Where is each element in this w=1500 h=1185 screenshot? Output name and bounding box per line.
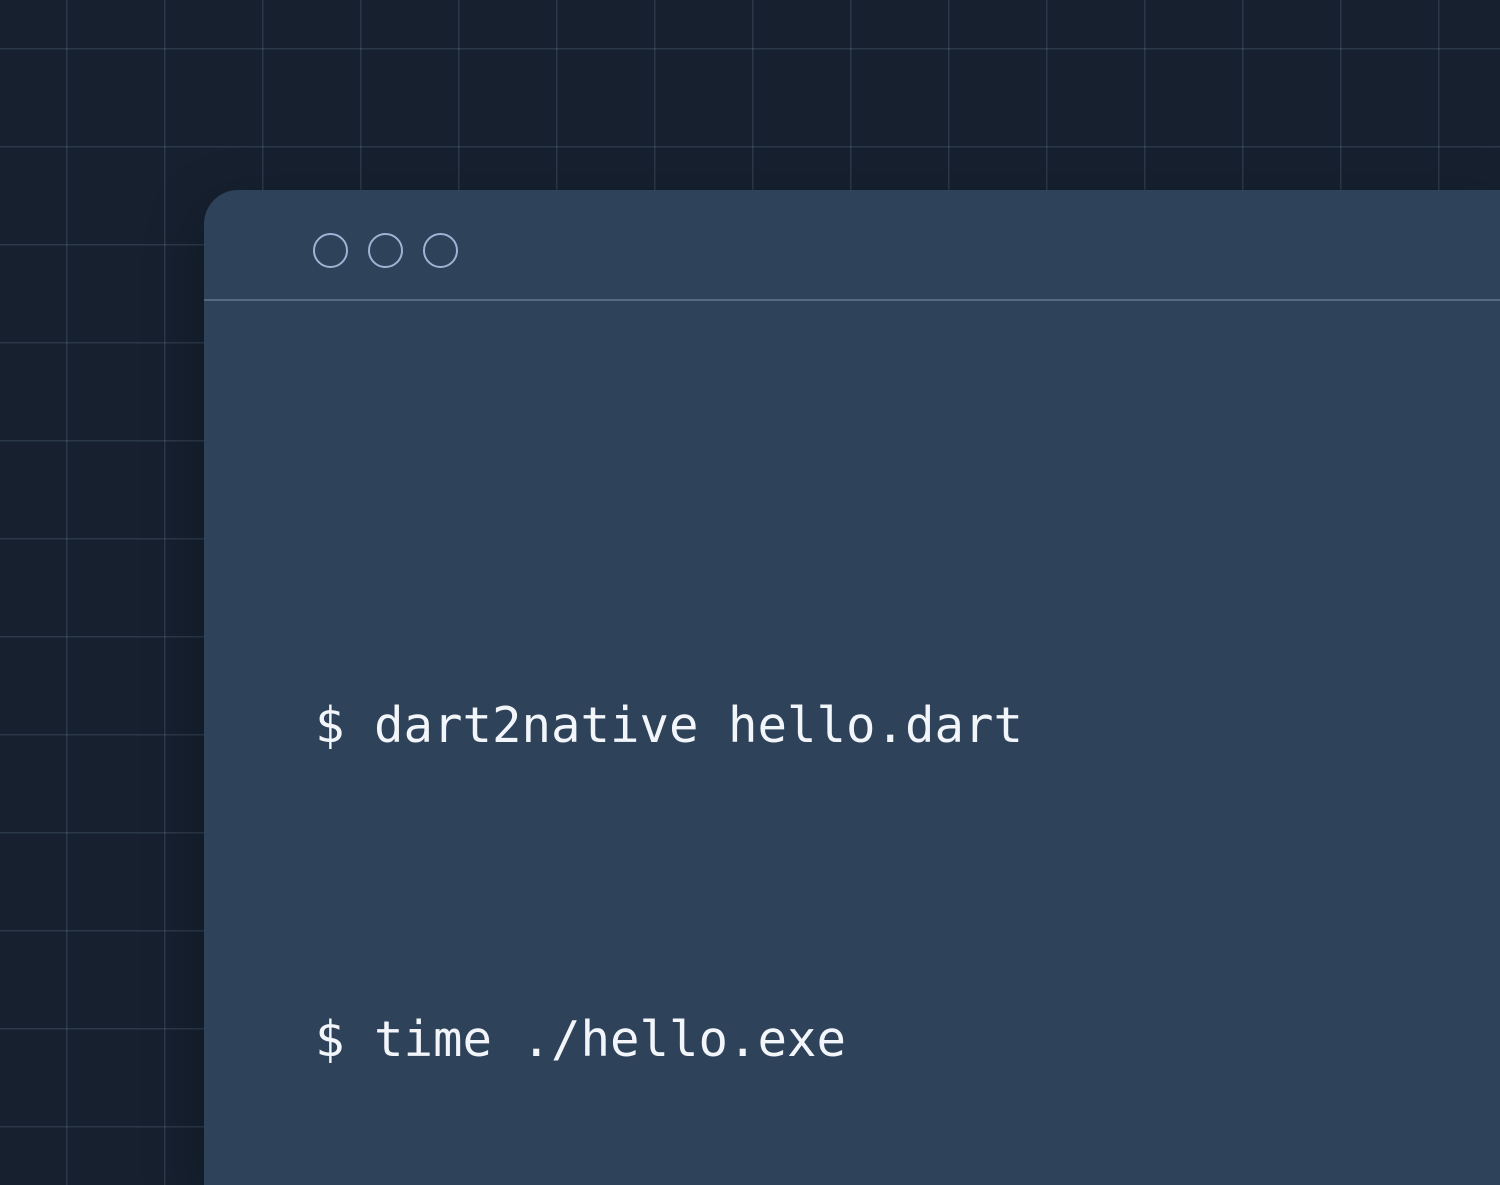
- close-circle-icon[interactable]: [313, 233, 348, 268]
- minimize-circle-icon[interactable]: [368, 233, 403, 268]
- screenshot-stage: $ dart2native hello.dart $ time ./hello.…: [0, 0, 1500, 1185]
- window-controls: [313, 233, 458, 268]
- terminal-line-command: $ time ./hello.exe: [315, 1010, 847, 1068]
- terminal-output-area[interactable]: $ dart2native hello.dart $ time ./hello.…: [315, 451, 1500, 1185]
- maximize-circle-icon[interactable]: [423, 233, 458, 268]
- terminal-window: $ dart2native hello.dart $ time ./hello.…: [204, 190, 1500, 1185]
- terminal-titlebar[interactable]: [204, 190, 1500, 301]
- terminal-line-command: $ dart2native hello.dart: [315, 696, 1024, 754]
